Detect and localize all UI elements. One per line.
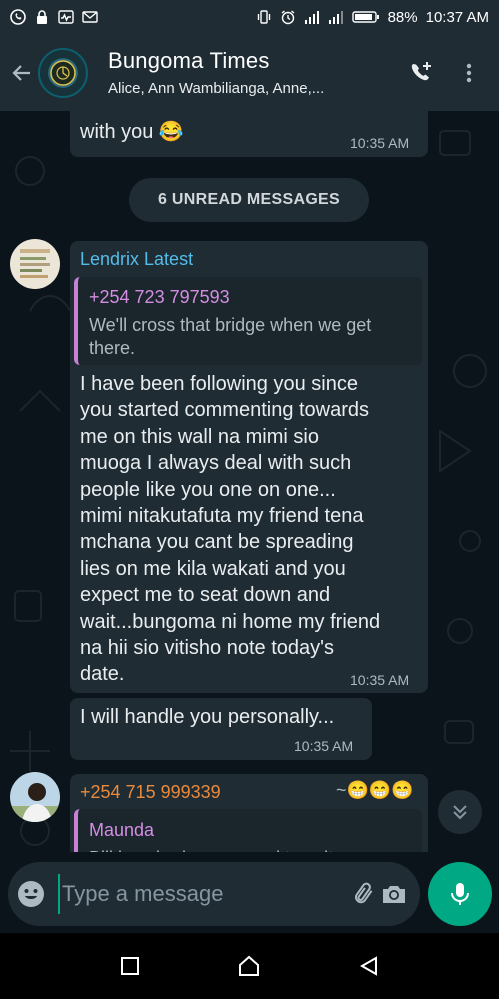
battery-icon [351, 9, 380, 25]
recents-button[interactable] [108, 944, 152, 988]
message-line: lies on me kila wakati and you [80, 557, 346, 580]
message-time: 10:35 AM [350, 672, 410, 688]
group-participants: Alice, Ann Wambilianga, Anne,... [108, 80, 325, 97]
square-icon [120, 957, 139, 975]
back-nav-button[interactable] [347, 944, 391, 988]
more-vertical-icon [466, 63, 472, 82]
camera-button[interactable] [379, 872, 408, 916]
phone-plus-icon [411, 61, 431, 80]
whatsapp-icon [10, 9, 26, 25]
message-line: mimi nitakutafuta my friend tena [80, 505, 364, 528]
clock: 10:37 AM [425, 8, 489, 26]
emoji-button[interactable] [16, 872, 46, 916]
message-line: people like you one on one... [80, 478, 336, 501]
group-title: Bungoma Times [108, 48, 270, 73]
sender-avatar-254715[interactable] [10, 772, 60, 822]
paperclip-icon [354, 882, 372, 904]
microphone-icon [451, 883, 469, 905]
message-line: you started commenting towards [80, 399, 370, 422]
add-call-button[interactable] [397, 49, 445, 97]
camera-icon [382, 886, 405, 903]
message-body: I have been following you since you star… [80, 371, 420, 688]
message-bubble-followup[interactable]: I will handle you personally... 10:35 AM [70, 698, 372, 760]
gmail-icon [82, 9, 98, 25]
unread-messages-banner: 6 UNREAD MESSAGES [129, 178, 369, 222]
message-line: I have been following you since [80, 373, 358, 395]
triangle-back-icon [360, 956, 378, 976]
message-line: mchana you cant be spreading [80, 531, 354, 554]
message-line: muoga I always deal with such [80, 452, 352, 475]
quoted-author: +254 723 797593 [89, 287, 230, 307]
sender-name: +254 715 999339 [80, 782, 221, 802]
avatar-image [10, 772, 60, 822]
attach-button[interactable] [350, 872, 379, 916]
quoted-message[interactable]: +254 723 797593 We'll cross that bridge … [74, 277, 422, 365]
group-logo-icon [50, 59, 76, 86]
arrow-left-icon [12, 64, 30, 81]
chevrons-down-icon [453, 805, 467, 820]
message-bubble-lendrix[interactable]: Lendrix Latest +254 723 797593 We'll cro… [70, 241, 428, 693]
back-button[interactable] [6, 53, 38, 93]
group-avatar[interactable] [38, 47, 88, 98]
quoted-text-line1: We'll cross that bridge when we get [89, 315, 372, 335]
message-bubble-previous[interactable]: with you 😂 10:35 AM [70, 111, 428, 157]
menu-button[interactable] [445, 49, 493, 97]
alarm-icon [280, 9, 296, 25]
emoji-icon [18, 881, 44, 907]
home-icon [239, 955, 260, 976]
scroll-to-bottom-button[interactable] [438, 790, 482, 834]
message-line: expect me to seat down and [80, 584, 331, 607]
message-compose-bar [8, 862, 420, 926]
status-left [10, 9, 98, 25]
message-time: 10:35 AM [294, 738, 354, 754]
activity-icon [58, 9, 74, 25]
message-input[interactable] [58, 874, 350, 914]
message-line: na hii sio vitisho note today's [80, 637, 334, 660]
sender-name: Lendrix Latest [80, 249, 194, 269]
quoted-author: Maunda [89, 820, 155, 840]
voice-message-button[interactable] [428, 862, 492, 926]
home-button[interactable] [227, 944, 271, 988]
message-text: with you 😂 [80, 121, 184, 143]
sender-pushname: ~😁😁😁 [336, 780, 414, 800]
signal-icon-2 [328, 9, 344, 25]
chat-header: Bungoma Times Alice, Ann Wambilianga, An… [0, 34, 499, 111]
vibrate-icon [256, 9, 272, 25]
message-line: wait...bungoma ni home my friend [80, 610, 381, 633]
sender-avatar-lendrix[interactable] [10, 239, 60, 289]
message-text: I will handle you personally... [80, 706, 335, 728]
lock-icon [34, 9, 50, 25]
status-bar: 88% 10:37 AM [0, 0, 499, 34]
chat-area[interactable]: with you 😂 10:35 AM 6 UNREAD MESSAGES Le… [0, 111, 499, 933]
status-right: 88% 10:37 AM [256, 9, 489, 26]
message-line: me on this wall na mimi sio [80, 425, 319, 448]
battery-percent: 88% [387, 8, 418, 26]
quoted-text-line2: there. [89, 338, 136, 358]
signal-icon [304, 9, 320, 25]
system-nav-bar [0, 933, 499, 999]
message-time: 10:35 AM [350, 135, 410, 151]
avatar-image [10, 239, 60, 289]
header-info[interactable]: Bungoma Times Alice, Ann Wambilianga, An… [108, 48, 397, 97]
